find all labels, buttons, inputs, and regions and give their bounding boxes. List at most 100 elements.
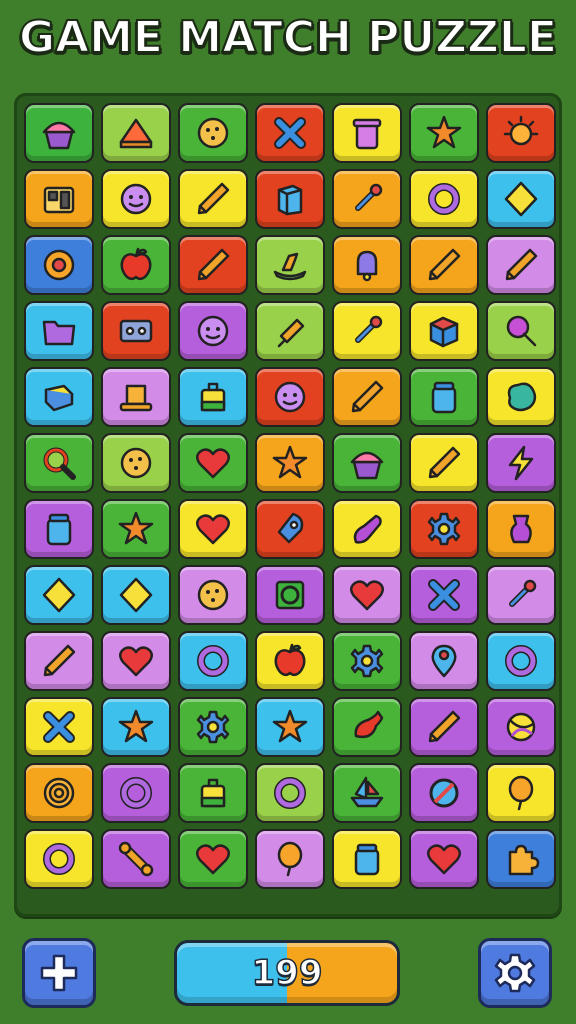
tile[interactable] (178, 565, 248, 625)
tile[interactable] (24, 433, 94, 493)
tile[interactable] (486, 103, 556, 163)
tile[interactable] (255, 103, 325, 163)
tile[interactable] (178, 631, 248, 691)
pencil-icon (197, 248, 230, 281)
tile[interactable] (101, 565, 171, 625)
tile[interactable] (255, 565, 325, 625)
tile[interactable] (486, 631, 556, 691)
tile[interactable] (255, 697, 325, 757)
tile[interactable] (409, 565, 479, 625)
tile[interactable] (24, 367, 94, 427)
tile[interactable] (332, 829, 402, 889)
tile[interactable] (486, 697, 556, 757)
tile[interactable] (486, 235, 556, 295)
pencil-icon (428, 710, 461, 743)
tile[interactable] (409, 829, 479, 889)
tile[interactable] (101, 301, 171, 361)
gear-icon (494, 953, 536, 993)
tile[interactable] (178, 169, 248, 229)
tile[interactable] (332, 367, 402, 427)
tile[interactable] (101, 697, 171, 757)
tile[interactable] (178, 697, 248, 757)
tile[interactable] (24, 169, 94, 229)
tile[interactable] (409, 631, 479, 691)
tile[interactable] (178, 763, 248, 823)
cupcake-icon (42, 121, 76, 150)
game-title: GAME MATCH PUZZLE (18, 11, 558, 64)
tile[interactable] (255, 367, 325, 427)
tile[interactable] (255, 433, 325, 493)
tile[interactable] (486, 301, 556, 361)
tile[interactable] (255, 631, 325, 691)
tile[interactable] (409, 763, 479, 823)
tile[interactable] (332, 763, 402, 823)
tile[interactable] (24, 565, 94, 625)
tile[interactable] (409, 103, 479, 163)
tile[interactable] (178, 499, 248, 559)
tile[interactable] (178, 829, 248, 889)
heart-icon (196, 514, 230, 545)
tile[interactable] (409, 499, 479, 559)
tile[interactable] (409, 235, 479, 295)
tile[interactable] (332, 499, 402, 559)
tile[interactable] (101, 235, 171, 295)
face-icon (197, 315, 229, 347)
tile[interactable] (486, 433, 556, 493)
tile[interactable] (332, 631, 402, 691)
tile[interactable] (332, 697, 402, 757)
tile[interactable] (101, 433, 171, 493)
tile[interactable] (486, 499, 556, 559)
settings-button[interactable] (478, 938, 552, 1008)
tile[interactable] (178, 367, 248, 427)
tile[interactable] (178, 301, 248, 361)
tile[interactable] (255, 829, 325, 889)
tile[interactable] (24, 829, 94, 889)
tile[interactable] (332, 235, 402, 295)
bone-icon (118, 841, 154, 877)
tile[interactable] (409, 301, 479, 361)
tile[interactable] (486, 829, 556, 889)
tile[interactable] (101, 103, 171, 163)
tile[interactable] (24, 301, 94, 361)
tile[interactable] (101, 631, 171, 691)
tile[interactable] (332, 169, 402, 229)
tile[interactable] (409, 367, 479, 427)
tile[interactable] (101, 499, 171, 559)
tile[interactable] (409, 433, 479, 493)
tile[interactable] (24, 763, 94, 823)
tile[interactable] (178, 235, 248, 295)
tile[interactable] (255, 301, 325, 361)
ring-icon (120, 777, 152, 809)
tile[interactable] (486, 565, 556, 625)
tile[interactable] (486, 367, 556, 427)
tile[interactable] (24, 631, 94, 691)
tile[interactable] (24, 697, 94, 757)
tile[interactable] (409, 169, 479, 229)
tile[interactable] (255, 169, 325, 229)
tile[interactable] (255, 499, 325, 559)
tile[interactable] (178, 433, 248, 493)
jar-icon (354, 843, 380, 876)
tile[interactable] (24, 499, 94, 559)
tile[interactable] (101, 829, 171, 889)
jar-icon (431, 381, 457, 414)
add-button[interactable] (22, 938, 96, 1008)
puzzle-icon (508, 844, 540, 876)
tile[interactable] (332, 433, 402, 493)
tile[interactable] (255, 235, 325, 295)
pin-icon (355, 315, 383, 343)
tile[interactable] (178, 103, 248, 163)
tile[interactable] (101, 763, 171, 823)
tile[interactable] (101, 367, 171, 427)
tile[interactable] (24, 235, 94, 295)
tile[interactable] (409, 697, 479, 757)
tile[interactable] (24, 103, 94, 163)
tile[interactable] (332, 103, 402, 163)
tile[interactable] (332, 301, 402, 361)
tile[interactable] (486, 169, 556, 229)
tile[interactable] (332, 565, 402, 625)
sun-icon (503, 115, 539, 146)
tile[interactable] (101, 169, 171, 229)
tile[interactable] (255, 763, 325, 823)
tile[interactable] (486, 763, 556, 823)
